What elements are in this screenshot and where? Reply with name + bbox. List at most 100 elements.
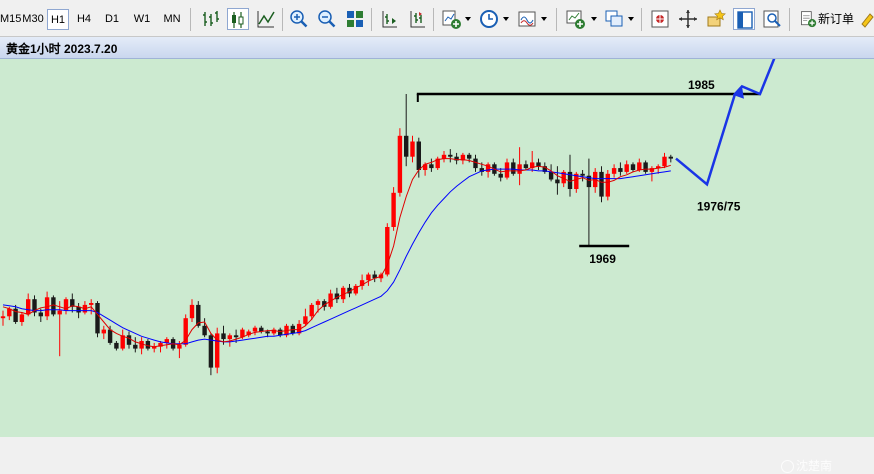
watermark-logo-icon bbox=[781, 460, 794, 473]
timeframe-h4-button[interactable]: H4 bbox=[73, 9, 95, 30]
candle-bull bbox=[315, 301, 321, 305]
zoom-out-icon[interactable] bbox=[316, 8, 338, 30]
candle-bull bbox=[177, 344, 182, 349]
autoscroll-icon[interactable] bbox=[406, 8, 428, 30]
market-watch-icon[interactable] bbox=[649, 8, 671, 30]
navigator-icon[interactable] bbox=[733, 8, 755, 30]
candle-bear bbox=[555, 179, 560, 184]
toolbar-separator bbox=[371, 8, 372, 31]
bar-chart-icon[interactable] bbox=[199, 8, 221, 30]
candle-bear bbox=[548, 171, 554, 180]
watermark-text: 沈楚南 bbox=[796, 459, 833, 473]
candle-bear bbox=[448, 154, 453, 157]
candle-bull bbox=[441, 154, 447, 159]
toolbar-separator bbox=[641, 8, 642, 31]
chart-shift-icon[interactable] bbox=[378, 8, 400, 30]
candlestick-chart: 1985 1969 1976/75 1990-95 bbox=[0, 59, 776, 376]
toolbar-separator bbox=[789, 8, 790, 31]
crosshair-icon[interactable] bbox=[677, 8, 699, 30]
candle-bear bbox=[265, 331, 270, 334]
periods-dropdown-icon[interactable] bbox=[503, 17, 509, 21]
indicators-dropdown-icon[interactable] bbox=[465, 17, 471, 21]
timeframe-d1-button[interactable]: D1 bbox=[100, 9, 124, 30]
candle-bear bbox=[202, 325, 207, 336]
candle-bull bbox=[662, 156, 667, 167]
candle-bull bbox=[227, 335, 232, 340]
candle-bull bbox=[605, 173, 610, 197]
new-order-icon bbox=[801, 11, 817, 28]
candle-bear bbox=[498, 173, 503, 178]
candle-bull bbox=[57, 310, 62, 315]
candle-bull bbox=[366, 274, 371, 281]
candle-bull bbox=[101, 329, 106, 334]
new-order-label: 新订单 bbox=[818, 12, 855, 26]
timeframe-mn-button[interactable]: MN bbox=[160, 9, 184, 30]
candle-bull bbox=[89, 303, 94, 305]
candle-bull bbox=[611, 168, 617, 174]
toolbar-separator bbox=[190, 8, 191, 31]
chart-window-title: 黄金1小时 2023.7.20 bbox=[6, 42, 118, 56]
candlestick-chart-icon[interactable] bbox=[227, 8, 249, 30]
strategy-tester-icon[interactable] bbox=[761, 8, 783, 30]
candle-bear bbox=[95, 303, 100, 334]
candle-bull bbox=[0, 316, 6, 319]
autotrading-icon[interactable] bbox=[858, 8, 874, 30]
candle-bear bbox=[416, 141, 421, 170]
candle-bull bbox=[303, 316, 308, 324]
candle-bear bbox=[278, 329, 283, 336]
price-chart[interactable]: 1985 1969 1976/75 1990-95 沈楚南 bbox=[0, 59, 874, 473]
candle-bear bbox=[643, 162, 648, 172]
candle-bear bbox=[233, 335, 239, 338]
timeframe-m30-button[interactable]: M30 bbox=[22, 9, 44, 30]
candle-bear bbox=[38, 312, 43, 317]
candle-bull bbox=[624, 164, 629, 172]
toolbar: M15 M30 H1 H4 D1 W1 MN 新订单 bbox=[0, 0, 874, 37]
timeframe-h1-button[interactable]: H1 bbox=[47, 9, 69, 30]
candle-bull bbox=[410, 141, 415, 157]
candle-bear bbox=[404, 135, 409, 157]
tile-windows-icon[interactable] bbox=[344, 8, 366, 30]
candle-bull bbox=[120, 335, 125, 349]
support-label: 1969 bbox=[589, 252, 616, 266]
candle-bear bbox=[599, 171, 604, 197]
indicators-icon[interactable] bbox=[440, 8, 462, 30]
templates-icon[interactable] bbox=[516, 8, 538, 30]
templates-dropdown-icon[interactable] bbox=[541, 17, 547, 21]
candle-bull bbox=[637, 162, 642, 170]
candle-bull bbox=[189, 304, 195, 319]
candle-bear bbox=[107, 329, 113, 343]
periods-clock-icon[interactable] bbox=[478, 8, 500, 30]
candle-bear bbox=[133, 344, 138, 349]
timeframe-w1-button[interactable]: W1 bbox=[130, 9, 154, 30]
profiles-icon[interactable] bbox=[603, 8, 625, 30]
candle-bear bbox=[429, 164, 434, 169]
chart-window-titlebar[interactable]: 黄金1小时 2023.7.20 bbox=[0, 37, 874, 59]
candle-bear bbox=[618, 168, 623, 172]
new-chart-dropdown-icon[interactable] bbox=[591, 17, 597, 21]
candle-bear bbox=[523, 164, 529, 169]
candle-bear bbox=[668, 156, 673, 159]
candle-bear bbox=[221, 333, 226, 340]
ma-slow-line bbox=[2, 168, 671, 345]
favorites-star-icon[interactable] bbox=[705, 8, 727, 30]
candle-bull bbox=[252, 327, 258, 332]
candle-bull bbox=[391, 192, 396, 227]
line-chart-icon[interactable] bbox=[255, 8, 277, 30]
candle-bull bbox=[397, 135, 403, 193]
candle-bear bbox=[467, 154, 472, 159]
toolbar-separator bbox=[433, 8, 434, 31]
candle-bull bbox=[26, 299, 31, 315]
pullback-label: 1976/75 bbox=[697, 199, 741, 213]
candle-bear bbox=[126, 335, 132, 345]
candles-layer bbox=[0, 94, 673, 376]
profiles-dropdown-icon[interactable] bbox=[628, 17, 634, 21]
toolbar-separator bbox=[556, 8, 557, 31]
watermark: 沈楚南 bbox=[781, 457, 832, 474]
candle-bull bbox=[19, 314, 25, 322]
candle-bear bbox=[580, 173, 585, 176]
candle-bear bbox=[536, 162, 541, 167]
zoom-in-icon[interactable] bbox=[288, 8, 310, 30]
timeframe-m15-button[interactable]: M15 bbox=[0, 9, 21, 30]
toolbar-separator bbox=[282, 8, 283, 31]
new-chart-icon[interactable] bbox=[564, 8, 586, 30]
